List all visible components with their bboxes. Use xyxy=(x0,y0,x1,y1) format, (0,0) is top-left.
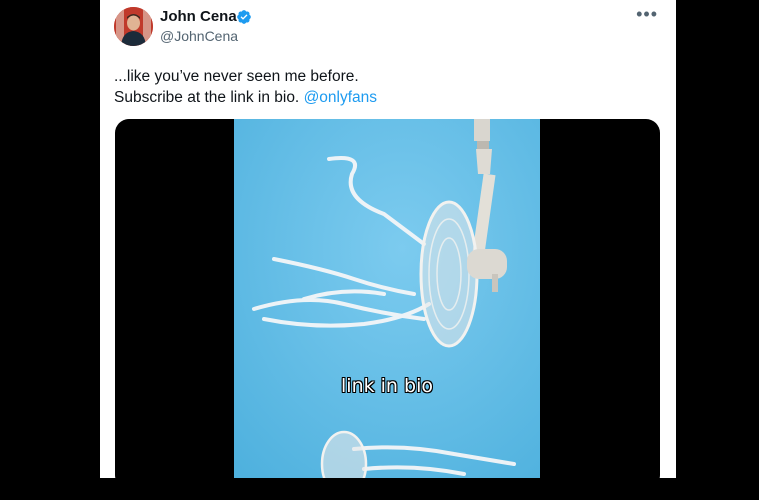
more-horizontal-icon[interactable]: ••• xyxy=(636,4,658,25)
tweet-card: John Cena @JohnCena ••• ...like you’ve n… xyxy=(100,0,676,478)
verified-badge-icon xyxy=(236,9,252,25)
tweet-text-line-2-body: Subscribe at the link in bio. xyxy=(114,89,300,106)
tweet-text-line-2: Subscribe at the link in bio. @onlyfans xyxy=(114,87,654,108)
video-caption: link in bio xyxy=(341,375,433,397)
tweet-text: ...like you’ve never seen me before. Sub… xyxy=(114,66,654,108)
video-player[interactable]: link in bio xyxy=(115,119,660,478)
video-frame[interactable]: link in bio xyxy=(234,119,540,478)
video-still xyxy=(234,119,540,478)
author-handle[interactable]: @JohnCena xyxy=(160,28,238,44)
author-name[interactable]: John Cena xyxy=(160,8,237,25)
mention-link[interactable]: @onlyfans xyxy=(304,89,377,106)
tweet-text-line-1: ...like you’ve never seen me before. xyxy=(114,68,359,85)
author-avatar[interactable] xyxy=(114,7,153,46)
